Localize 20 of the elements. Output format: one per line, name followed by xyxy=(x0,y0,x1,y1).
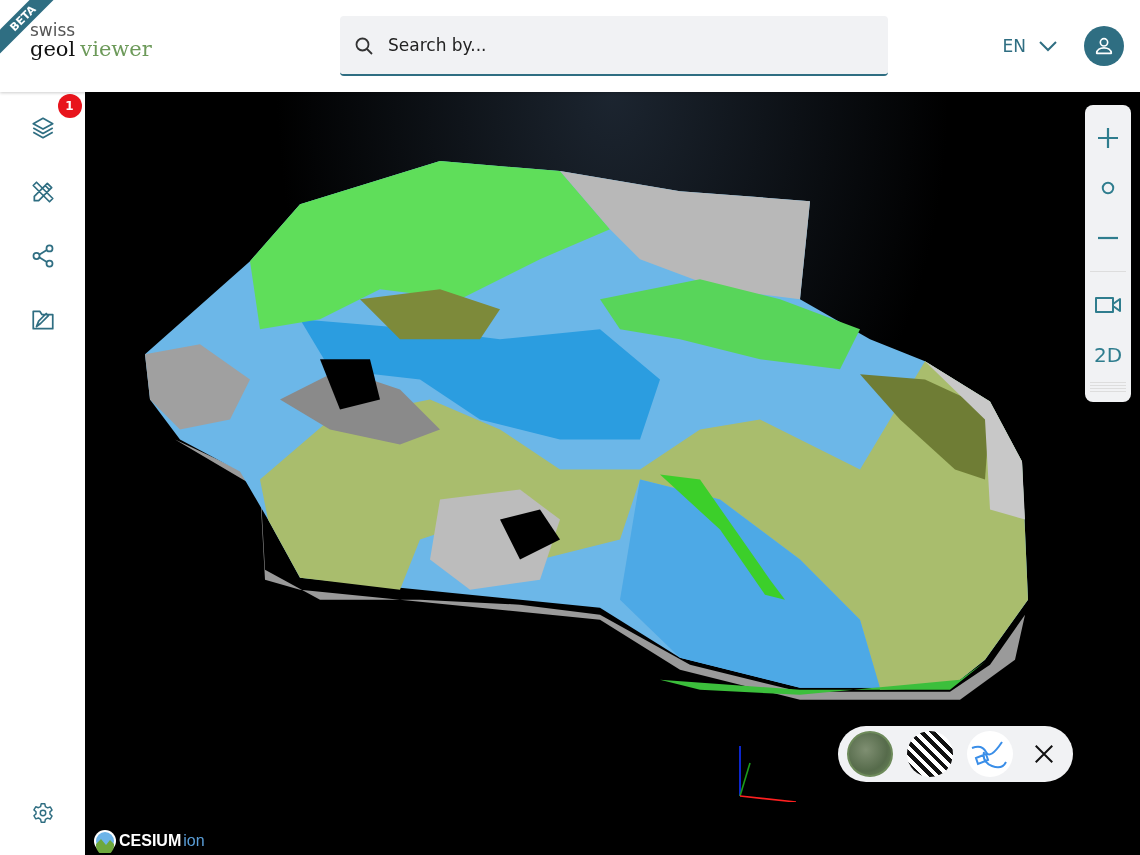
map-viewport[interactable]: 2D CESIUMion xyxy=(85,92,1140,855)
notification-badge: 1 xyxy=(57,94,82,118)
pencil-ruler-icon xyxy=(29,179,56,205)
language-dropdown[interactable]: EN xyxy=(998,32,1062,60)
search-field[interactable]: Search by... xyxy=(340,16,888,76)
minus-icon xyxy=(1096,236,1120,240)
folder-pencil-icon xyxy=(29,307,56,333)
user-icon xyxy=(1093,35,1115,57)
circle-icon xyxy=(1099,179,1117,197)
cesium-logo-icon xyxy=(93,829,117,853)
layers-icon xyxy=(29,115,56,141)
chevron-down-icon xyxy=(1038,40,1058,52)
cesium-attribution[interactable]: CESIUMion xyxy=(93,829,205,853)
street-map-thumbnail[interactable] xyxy=(907,731,953,777)
user-avatar-button[interactable] xyxy=(1084,26,1124,66)
view-mode-toggle-button[interactable]: 2D xyxy=(1088,330,1128,380)
settings-icon xyxy=(31,802,54,824)
plus-icon xyxy=(1096,126,1120,150)
close-icon xyxy=(1033,743,1055,765)
video-camera-icon xyxy=(1094,295,1122,315)
